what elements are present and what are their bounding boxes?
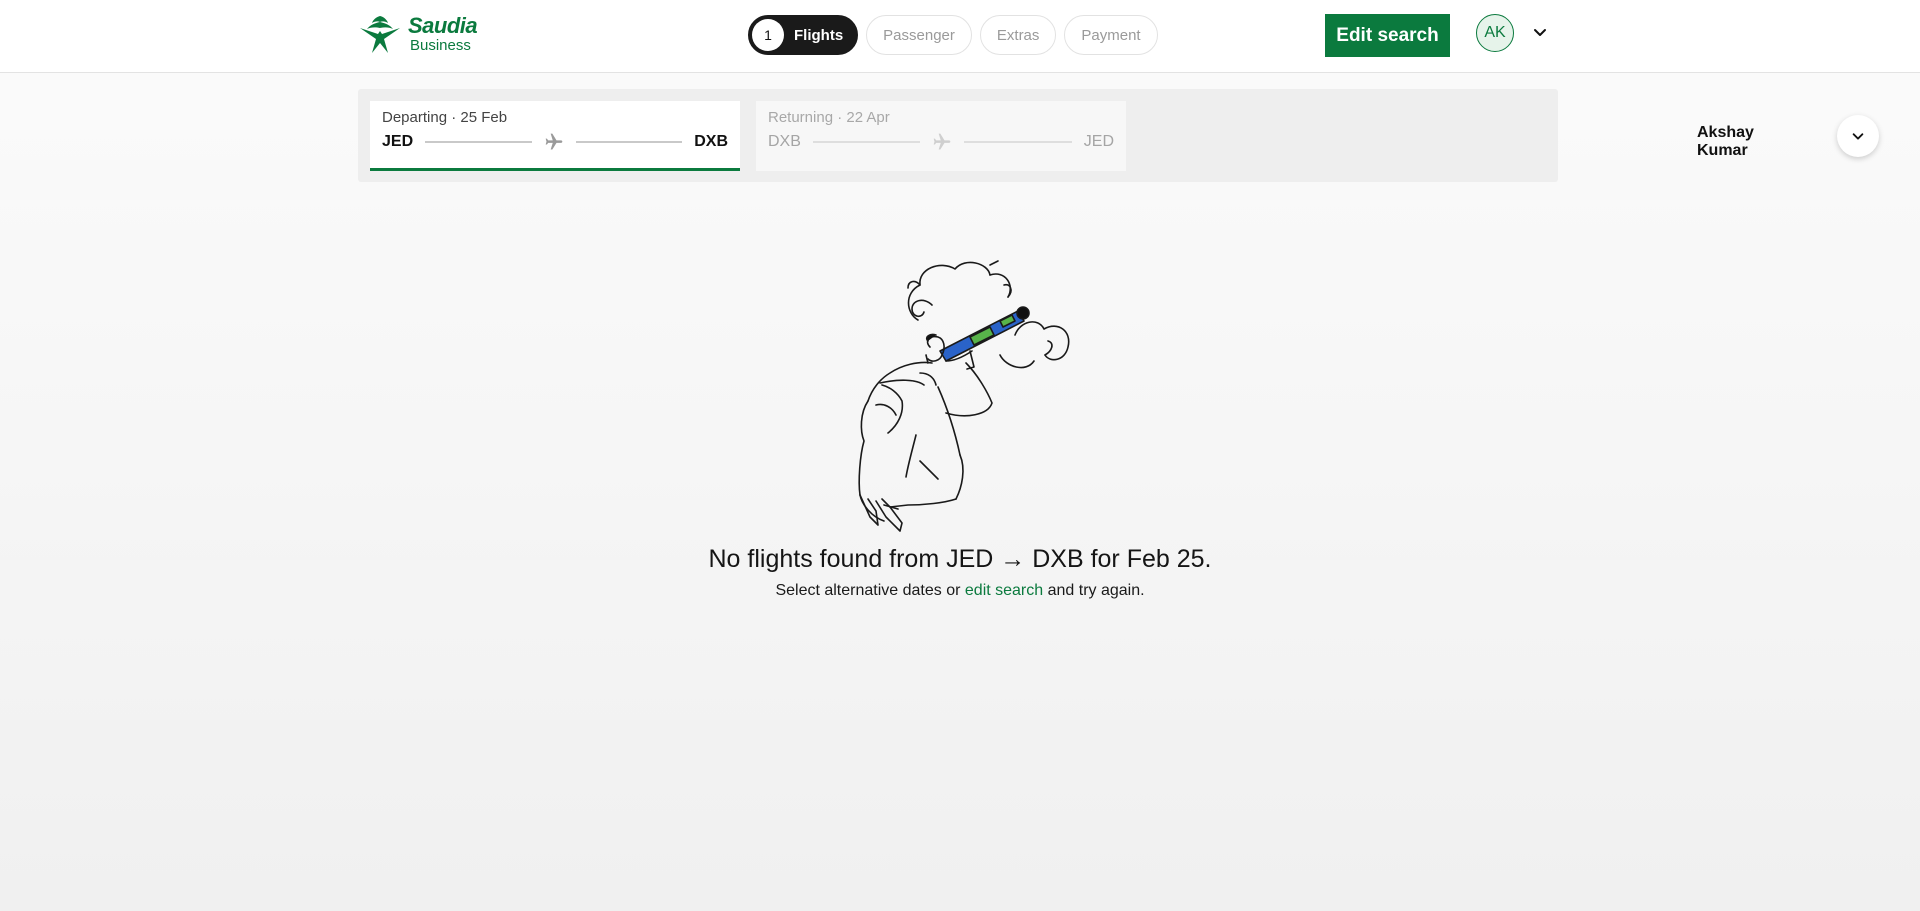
route-line xyxy=(575,141,683,143)
destination-code: JED xyxy=(1083,133,1115,150)
return-route: DXB JED xyxy=(768,132,1114,152)
empty-state-subtitle-end: and try again. xyxy=(1047,582,1145,599)
outbound-route: JED DXB xyxy=(382,132,728,152)
origin-code: DXB xyxy=(768,133,801,150)
top-navigation-bar: Saudia Business 1 Flights Passenger Extr… xyxy=(0,0,1920,73)
outbound-date-label: Departing · 25 Feb xyxy=(382,109,508,126)
return-flight-tab[interactable]: Returning · 22 Apr DXB JED xyxy=(756,101,1126,171)
empty-state-subtitle: Select alternative dates or edit search … xyxy=(0,582,1920,600)
airplane-icon xyxy=(932,132,952,152)
step-label: Extras xyxy=(996,26,1040,44)
step-label: Flights xyxy=(794,26,844,44)
route-line xyxy=(425,141,532,143)
chevron-down-icon xyxy=(1852,133,1864,140)
route-line xyxy=(812,141,921,143)
logo-name: Saudia xyxy=(408,13,478,38)
empty-state-subtitle-start: Select alternative dates or xyxy=(775,582,961,599)
logo-subtitle: Business xyxy=(410,37,471,54)
step-flights[interactable]: 1 Flights xyxy=(748,15,859,55)
edit-search-button[interactable]: Edit search xyxy=(1325,14,1450,57)
origin-code: JED xyxy=(382,133,414,150)
chevron-down-icon[interactable] xyxy=(1532,24,1548,40)
trip-summary-bar: Departing · 25 Feb JED DXB Returning · 2… xyxy=(358,89,1879,182)
step-extras[interactable]: Extras xyxy=(979,15,1057,55)
passenger-dropdown-button[interactable] xyxy=(1837,115,1879,157)
step-number: 1 xyxy=(752,19,784,51)
passenger-name: Akshay Kumar xyxy=(1697,124,1754,159)
telescope-man-illustration xyxy=(858,260,1070,532)
empty-state-title: No flights found from JED → DXB for Feb … xyxy=(708,545,1212,573)
airplane-icon xyxy=(544,132,564,152)
booking-steps: 1 Flights Passenger Extras Payment xyxy=(748,15,1158,55)
step-label: Passenger xyxy=(883,26,955,44)
saudia-business-logo[interactable]: Saudia Business xyxy=(358,10,498,58)
edit-search-link[interactable]: edit search xyxy=(965,582,1043,599)
return-date-label: Returning · 22 Apr xyxy=(768,109,890,126)
route-line xyxy=(964,141,1072,143)
step-label: Payment xyxy=(1081,26,1141,44)
destination-code: DXB xyxy=(694,133,728,150)
saudia-palm-icon xyxy=(360,16,400,53)
step-payment[interactable]: Payment xyxy=(1064,15,1158,55)
user-avatar[interactable]: AK xyxy=(1476,14,1514,52)
step-passenger[interactable]: Passenger xyxy=(866,15,972,55)
outbound-flight-tab[interactable]: Departing · 25 Feb JED DXB xyxy=(370,101,740,171)
